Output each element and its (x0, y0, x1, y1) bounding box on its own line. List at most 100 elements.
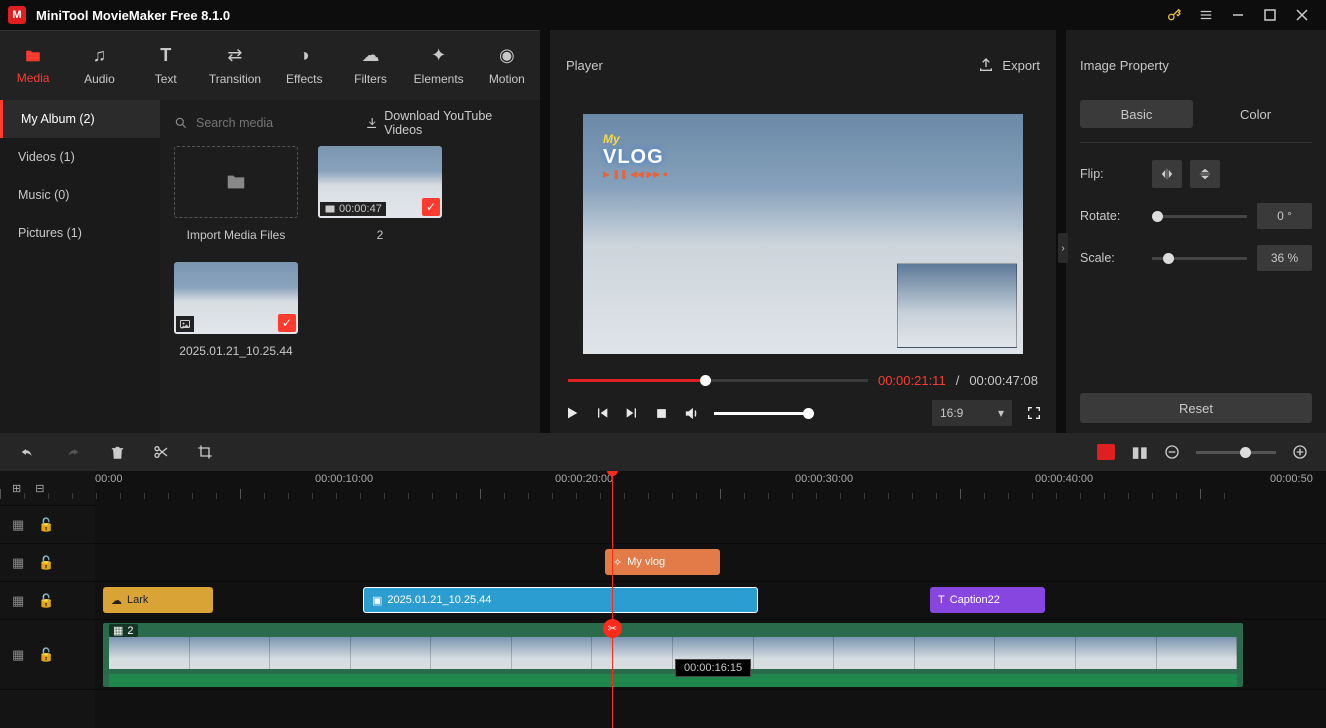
key-icon[interactable] (1158, 0, 1190, 30)
menu-icon[interactable] (1190, 0, 1222, 30)
titlebar: M MiniTool MovieMaker Free 8.1.0 (0, 0, 1326, 30)
flip-label: Flip: (1080, 167, 1152, 181)
clip-video-main[interactable]: ▦2 (103, 623, 1243, 687)
download-videos-link[interactable]: Download YouTube Videos (365, 109, 526, 137)
film-icon: ▦ (12, 593, 24, 609)
flip-vertical-button[interactable] (1190, 160, 1220, 188)
clip-sticker[interactable]: ✧ My vlog (605, 549, 720, 575)
chevron-down-icon: ▾ (998, 406, 1004, 420)
preview-viewport[interactable]: My VLOG ▶ ❚❚ ◀◀ ▶▶ ● (583, 114, 1023, 354)
split-button[interactable] (153, 444, 169, 460)
player-title: Player (566, 58, 603, 73)
export-button[interactable]: Export (978, 57, 1040, 73)
stop-button[interactable] (654, 406, 669, 421)
lock-icon[interactable]: 🔓 (38, 517, 54, 533)
scale-slider[interactable] (1152, 257, 1247, 260)
delete-button[interactable] (110, 444, 125, 461)
clip-caption[interactable]: T Caption22 (930, 587, 1045, 613)
track-row-1[interactable] (95, 506, 1326, 544)
rotate-slider[interactable] (1152, 215, 1247, 218)
crop-button[interactable] (197, 444, 213, 460)
scissors-icon[interactable]: ✂ (603, 619, 622, 638)
sidebar-item-music[interactable]: Music (0) (0, 176, 160, 214)
lock-icon[interactable]: 🔓 (38, 647, 54, 663)
maximize-button[interactable] (1254, 0, 1286, 30)
tab-elements[interactable]: ✦ Elements (414, 45, 464, 86)
film-icon: ▦ (12, 555, 24, 571)
tab-media[interactable]: Media (10, 47, 56, 85)
scale-label: Scale: (1080, 251, 1152, 265)
film-icon: ▦ (12, 517, 24, 533)
sidebar-item-videos[interactable]: Videos (1) (0, 138, 160, 176)
ruler-header: ⊞ ⊟ (0, 471, 95, 506)
undo-button[interactable] (18, 445, 36, 459)
text-icon: T (160, 45, 171, 66)
track-row-4[interactable]: ▦2 (95, 620, 1326, 690)
download-icon (365, 116, 378, 130)
next-button[interactable] (624, 405, 640, 421)
prop-tab-color[interactable]: Color (1199, 100, 1312, 128)
clip-audio-lark[interactable]: ☁ Lark (103, 587, 213, 613)
image-badge-icon (176, 316, 194, 332)
reset-button[interactable]: Reset (1080, 393, 1312, 423)
time-tooltip: 00:00:16:15 (675, 659, 751, 677)
remove-track-icon[interactable]: ⊟ (35, 482, 44, 495)
tab-motion[interactable]: ◉ Motion (484, 45, 530, 86)
rotate-label: Rotate: (1080, 209, 1152, 223)
media-thumb-video[interactable]: 00:00:47 ✓ 2 (318, 146, 442, 242)
fullscreen-button[interactable] (1026, 405, 1042, 421)
lock-icon[interactable]: 🔓 (38, 555, 54, 571)
props-header: Image Property (1066, 30, 1326, 100)
current-time: 00:00:21:11 (878, 373, 946, 388)
player-header: Player Export (550, 30, 1056, 100)
sidebar-item-album[interactable]: My Album (2) (0, 100, 160, 138)
app-title: MiniTool MovieMaker Free 8.1.0 (36, 8, 230, 23)
minimize-button[interactable] (1222, 0, 1254, 30)
snap-toggle[interactable] (1097, 444, 1115, 460)
zoom-in-button[interactable] (1292, 444, 1308, 460)
transition-icon: ⇄ (227, 45, 242, 66)
track-row-3[interactable]: ☁ Lark ▣ 2025.01.21_10.25.44 T Caption22 (95, 582, 1326, 620)
prop-tab-basic[interactable]: Basic (1080, 100, 1193, 128)
media-thumb-image[interactable]: ✓ 2025.01.21_10.25.44 (174, 262, 298, 358)
prev-button[interactable] (594, 405, 610, 421)
search-input[interactable] (196, 116, 357, 130)
sidebar-item-pictures[interactable]: Pictures (1) (0, 214, 160, 252)
music-icon: ♫ (93, 45, 107, 66)
zoom-out-button[interactable] (1164, 444, 1180, 460)
tab-text[interactable]: T Text (143, 45, 189, 86)
tab-audio[interactable]: ♫ Audio (76, 45, 122, 86)
picture-in-picture[interactable] (897, 263, 1017, 348)
scale-value[interactable]: 36 % (1257, 245, 1312, 271)
close-button[interactable] (1286, 0, 1318, 30)
lock-icon[interactable]: 🔓 (38, 593, 54, 609)
clip-image[interactable]: ▣ 2025.01.21_10.25.44 (363, 587, 758, 613)
folder-icon (23, 47, 43, 65)
track-row-2[interactable]: ✧ My vlog (95, 544, 1326, 582)
zoom-slider[interactable] (1196, 451, 1276, 454)
check-icon: ✓ (422, 198, 440, 216)
effects-icon: ◑ (299, 45, 310, 66)
main-toolbar: Media ♫ Audio T Text ⇄ Transition ◑ Effe… (0, 30, 540, 100)
tab-effects[interactable]: ◑ Effects (281, 45, 327, 86)
play-button[interactable] (564, 405, 580, 421)
tab-transition[interactable]: ⇄ Transition (209, 45, 261, 86)
add-track-icon[interactable]: ⊞ (12, 482, 21, 495)
tab-filters[interactable]: ☁ Filters (347, 45, 393, 86)
vlog-sticker: My VLOG ▶ ❚❚ ◀◀ ▶▶ ● (603, 132, 693, 202)
magnet-icon[interactable]: ▮▮ (1131, 443, 1148, 461)
sticker-icon: ✧ (613, 556, 622, 569)
volume-slider[interactable] (714, 412, 809, 415)
duration-badge: 00:00:47 (320, 202, 386, 216)
time-ruler[interactable]: 00:00 00:00:10:00 00:00:20:00 00:00:30:0… (95, 471, 1326, 506)
rotate-value[interactable]: 0 ° (1257, 203, 1312, 229)
redo-button[interactable] (64, 445, 82, 459)
seek-slider[interactable] (568, 379, 868, 382)
import-media-button[interactable]: Import Media Files (174, 146, 298, 242)
aspect-ratio-select[interactable]: 16:9 ▾ (932, 400, 1012, 426)
playhead[interactable]: ✂ (612, 471, 613, 728)
folder-icon (223, 171, 249, 193)
flip-horizontal-button[interactable] (1152, 160, 1182, 188)
pane-collapse-handle[interactable]: › (1058, 233, 1068, 263)
volume-icon[interactable] (683, 405, 700, 422)
